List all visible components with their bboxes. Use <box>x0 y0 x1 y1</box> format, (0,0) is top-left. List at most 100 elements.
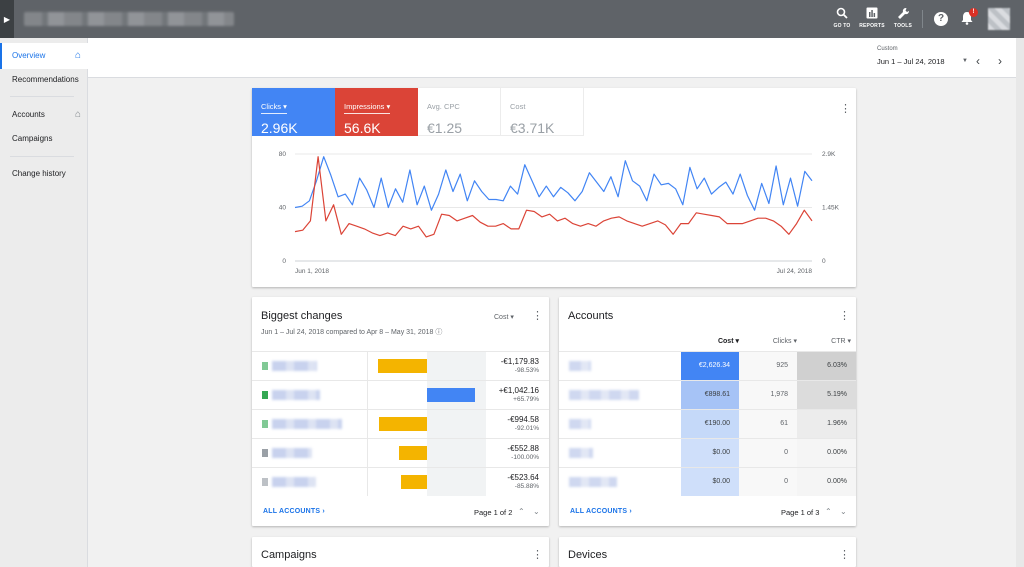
chevron-down-icon[interactable]: ⌄ <box>533 507 540 516</box>
change-value: -€1,179.83 <box>500 357 539 366</box>
sidebar-item-label: Overview <box>12 51 46 60</box>
sidebar-divider <box>10 156 74 157</box>
bar-track <box>427 352 486 380</box>
change-percent: +65.79% <box>513 396 539 403</box>
metric-value: 56.6K <box>344 120 381 136</box>
metric-selector[interactable]: Cost ▾ <box>494 313 514 321</box>
column-header-clicks[interactable]: Clicks ▾ <box>739 337 797 345</box>
list-item[interactable]: -€1,179.83 -98.53% <box>252 351 549 380</box>
account-name-redacted <box>569 390 639 400</box>
sidebar-item-campaigns[interactable]: Campaigns <box>0 126 88 152</box>
column-header-cost[interactable]: Cost ▾ <box>681 337 739 345</box>
change-bar <box>401 475 427 489</box>
metric-impressions[interactable]: Impressions ▾ 56.6K <box>335 88 418 136</box>
expand-menu-icon[interactable]: ▶ <box>0 0 14 38</box>
wrench-icon <box>888 7 918 21</box>
change-bar <box>427 388 476 402</box>
bar-track <box>427 468 486 496</box>
chevron-down-icon[interactable]: ⌄ <box>840 507 847 516</box>
ctr-cell: 5.19% <box>797 381 856 409</box>
clicks-cell: 925 <box>739 352 797 380</box>
avatar[interactable] <box>988 8 1010 30</box>
sidebar-item-overview[interactable]: Overview ⌂ <box>0 43 88 69</box>
notifications-bell-icon[interactable]: ! <box>961 8 978 27</box>
metric-label: Cost <box>510 102 526 111</box>
tools-button[interactable]: TOOLS <box>888 7 918 29</box>
change-bar <box>399 446 427 460</box>
sidebar: Overview ⌂ Recommendations Accounts ⌂ Ca… <box>0 38 88 567</box>
ctr-cell: 0.00% <box>797 439 856 467</box>
home-icon: ⌂ <box>74 50 81 61</box>
card-title: Campaigns <box>261 549 317 561</box>
account-color-swatch <box>262 478 268 486</box>
table-row[interactable]: €190.00 61 1.96% <box>559 409 856 438</box>
sidebar-item-change-history[interactable]: Change history <box>0 161 88 187</box>
sidebar-item-recommendations[interactable]: Recommendations <box>0 67 88 93</box>
table-row[interactable]: €898.61 1,978 5.19% <box>559 380 856 409</box>
sidebar-item-accounts[interactable]: Accounts ⌂ <box>0 102 88 128</box>
list-item[interactable]: -€523.64 -85.88% <box>252 467 549 496</box>
metric-value: €3.71K <box>510 120 555 136</box>
previous-period-icon[interactable]: ‹ <box>976 54 980 68</box>
table-row[interactable]: €2,626.34 925 6.03% <box>559 351 856 380</box>
account-name-redacted <box>569 419 591 429</box>
chevron-up-icon[interactable]: ⌃ <box>825 507 832 516</box>
help-circle-icon[interactable]: ⓘ <box>435 329 442 336</box>
more-options-icon[interactable]: ⋮ <box>839 311 850 322</box>
more-options-icon[interactable]: ⋮ <box>532 550 543 561</box>
scrollbar[interactable] <box>1016 38 1024 567</box>
date-range-selector[interactable]: Jun 1 – Jul 24, 2018 <box>877 57 945 66</box>
toolbar-divider <box>922 10 923 28</box>
change-percent: -98.53% <box>514 367 539 374</box>
account-name-redacted <box>272 477 316 487</box>
change-value: -€552.88 <box>507 444 539 453</box>
metric-avg-cpc[interactable]: Avg. CPC €1.25 <box>418 88 501 136</box>
reports-button[interactable]: REPORTS <box>857 7 887 29</box>
account-name-redacted <box>272 390 320 400</box>
cost-cell: €898.61 <box>681 381 739 409</box>
card-title: Biggest changes <box>261 310 343 322</box>
more-options-icon[interactable]: ⋮ <box>840 104 851 115</box>
performance-chart-card: Clicks ▾ 2.96K Impressions ▾ 56.6K Avg. … <box>252 88 856 287</box>
y-right-tick-label: 0 <box>822 258 826 265</box>
table-row[interactable]: $0.00 0 0.00% <box>559 467 856 496</box>
chevron-up-icon[interactable]: ⌃ <box>518 507 525 516</box>
next-period-icon[interactable]: › <box>998 54 1002 68</box>
metric-clicks[interactable]: Clicks ▾ 2.96K <box>252 88 335 136</box>
list-item[interactable]: -€994.58 -92.01% <box>252 409 549 438</box>
biggest-changes-card: Biggest changes Cost ▾ ⋮ Jun 1 – Jul 24,… <box>252 297 549 526</box>
pagination-label: Page 1 of 2 <box>474 508 513 517</box>
account-color-swatch <box>262 449 268 457</box>
x-end-label: Jul 24, 2018 <box>777 268 813 275</box>
change-bar-cell <box>367 439 486 467</box>
account-name-redacted <box>24 12 234 26</box>
account-name-redacted <box>569 361 591 371</box>
chevron-down-icon[interactable]: ▼ <box>962 58 968 64</box>
go-to-button[interactable]: GO TO <box>827 7 857 29</box>
sidebar-item-label: Recommendations <box>12 75 79 84</box>
all-accounts-link[interactable]: ALL ACCOUNTS › <box>263 508 325 515</box>
help-icon[interactable]: ? <box>934 12 948 26</box>
change-percent: -85.88% <box>514 483 539 490</box>
list-item[interactable]: +€1,042.16 +65.79% <box>252 380 549 409</box>
search-icon <box>827 7 857 21</box>
more-options-icon[interactable]: ⋮ <box>532 311 543 322</box>
clicks-cell: 61 <box>739 410 797 438</box>
change-bar-cell <box>367 381 486 409</box>
ctr-cell: 6.03% <box>797 352 856 380</box>
list-item[interactable]: -€552.88 -100.00% <box>252 438 549 467</box>
sidebar-item-label: Accounts <box>12 110 45 119</box>
metric-cost[interactable]: Cost €3.71K <box>501 88 584 136</box>
line-chart: 0 40 80 0 1.45K 2.9K Jun 1, 2018 Jul 24, 2018 <box>279 151 840 275</box>
column-header-ctr[interactable]: CTR ▾ <box>797 337 851 345</box>
more-options-icon[interactable]: ⋮ <box>839 550 850 561</box>
change-bar-cell <box>367 410 486 438</box>
all-accounts-link[interactable]: ALL ACCOUNTS › <box>570 508 632 515</box>
clicks-cell: 0 <box>739 468 797 496</box>
y-left-tick-label: 80 <box>279 151 287 158</box>
table-row[interactable]: $0.00 0 0.00% <box>559 438 856 467</box>
date-range-bar: Custom Jun 1 – Jul 24, 2018 ▼ ‹ › <box>88 38 1024 78</box>
y-right-tick-label: 2.9K <box>822 151 836 158</box>
series-line-clicks <box>294 156 813 211</box>
change-bar-cell <box>367 468 486 496</box>
